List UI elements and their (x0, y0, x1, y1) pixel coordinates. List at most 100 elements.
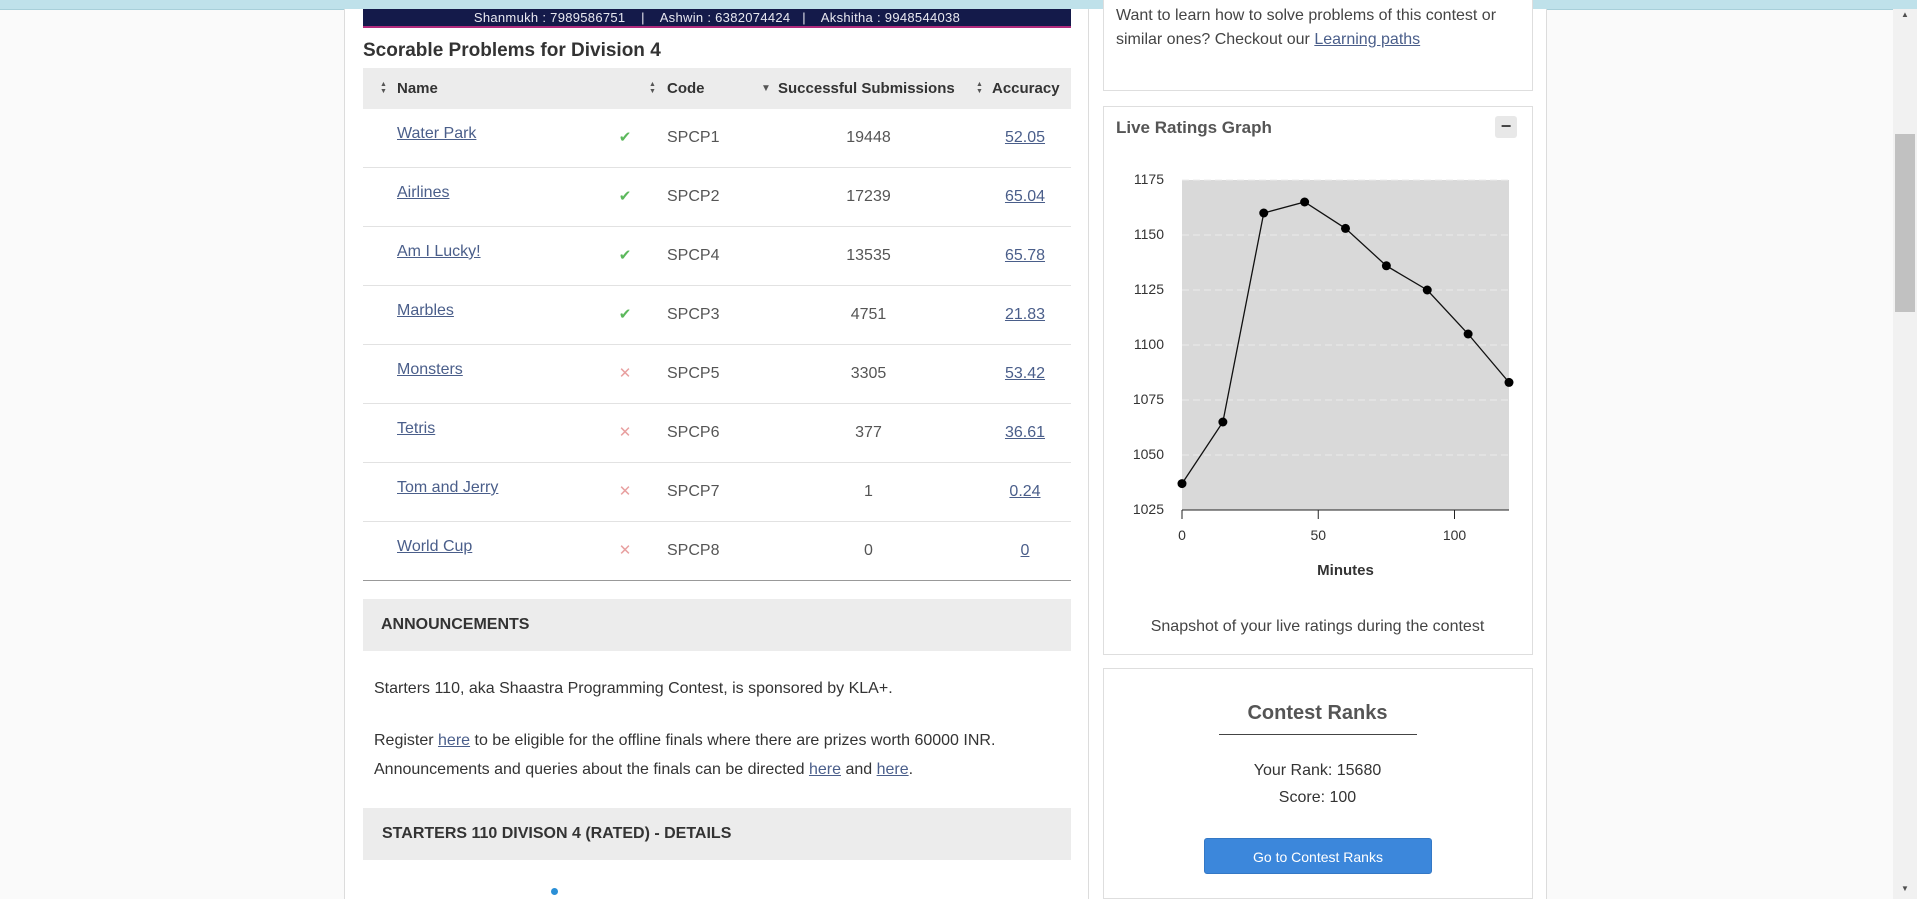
y-tick-label: 1100 (1134, 336, 1164, 352)
table-row: Airlines ✔ SPCP2 17239 65.04 (363, 168, 1071, 227)
scroll-thumb[interactable] (1895, 134, 1915, 312)
ratings-chart: 1025 1050 1075 1100 1125 1150 1175 0 50 100 Minute… (1133, 171, 1514, 579)
cross-icon: ✕ (618, 542, 632, 559)
problem-name-link[interactable]: World Cup (397, 522, 472, 580)
learning-paths-link[interactable]: Learning paths (1314, 31, 1420, 48)
header-accuracy[interactable]: Accuracy (992, 68, 1060, 109)
successful-submissions: 4751 (850, 306, 887, 323)
register-text: Register (374, 732, 439, 749)
rating-point (1259, 208, 1269, 218)
table-body: Water Park ✔ SPCP1 19448 52.05 Airlines ✔ SPCP2… (363, 109, 1071, 581)
problem-code: SPCP3 (667, 306, 720, 323)
accuracy-link[interactable]: 0 (979, 522, 1071, 580)
collapse-button[interactable]: − (1495, 116, 1517, 138)
sort-icon[interactable]: ▲ ▼ (380, 68, 387, 109)
rating-point (1463, 329, 1473, 339)
learning-text: Want to learn how to solve problems of t… (1116, 4, 1516, 52)
problem-name-link[interactable]: Tom and Jerry (397, 463, 498, 521)
announcement-register: Register here to be eligible for the off… (374, 726, 1064, 784)
score: Score: 100 (1278, 789, 1357, 806)
cross-icon: ✕ (618, 365, 632, 382)
table-row: Water Park ✔ SPCP1 19448 52.05 (363, 109, 1071, 168)
y-tick-label: 1125 (1134, 281, 1164, 297)
accuracy-link[interactable]: 21.83 (979, 286, 1071, 344)
sort-desc-icon[interactable]: ▼ (761, 68, 771, 109)
header-submissions[interactable]: Successful Submissions (778, 68, 955, 109)
rating-point (1504, 377, 1514, 387)
queries-text: Announcements and queries about the fina… (374, 761, 809, 778)
problem-code: SPCP5 (667, 365, 720, 382)
accuracy-link[interactable]: 53.42 (979, 345, 1071, 403)
queries-text: . (908, 761, 914, 778)
x-tick-label: 0 (1178, 527, 1186, 543)
table-row: Monsters ✕ SPCP5 3305 53.42 (363, 345, 1071, 404)
problem-code: SPCP8 (667, 542, 720, 559)
table-header: ▲ ▼ Name ▲ ▼ Code ▼ Successful Submissions… (363, 68, 1071, 109)
problem-name-link[interactable]: Tetris (397, 404, 435, 462)
problem-name-link[interactable]: Am I Lucky! (397, 227, 481, 285)
sort-icon[interactable]: ▲ ▼ (649, 68, 656, 109)
table-row: Am I Lucky! ✔ SPCP4 13535 65.78 (363, 227, 1071, 286)
table-row: World Cup ✕ SPCP8 0 0 (363, 522, 1071, 580)
table-row: Tetris ✕ SPCP6 377 36.61 (363, 404, 1071, 463)
x-axis-label: Minutes (1317, 562, 1374, 579)
y-tick-label: 1150 (1134, 226, 1164, 242)
sponsor-logo-fragment (551, 888, 558, 895)
column-divider (1088, 9, 1089, 899)
queries-link-2[interactable]: here (877, 761, 909, 778)
check-icon: ✔ (618, 306, 632, 323)
y-tick-label: 1075 (1133, 391, 1164, 407)
y-tick-label: 1050 (1133, 446, 1164, 462)
problem-code: SPCP7 (667, 483, 720, 500)
accuracy-link[interactable]: 65.04 (979, 168, 1071, 226)
go-to-ranks-button[interactable]: Go to Contest Ranks (1204, 838, 1432, 874)
problem-name-link[interactable]: Water Park (397, 109, 476, 167)
announcement-sponsor: Starters 110, aka Shaastra Programming C… (374, 680, 893, 697)
scroll-up-icon[interactable]: ▲ (1893, 10, 1917, 19)
successful-submissions: 13535 (846, 247, 891, 264)
your-rank: Your Rank: 15680 (1253, 762, 1382, 779)
check-icon: ✔ (618, 247, 632, 264)
sort-icon[interactable]: ▲ ▼ (976, 68, 983, 109)
table-row: Marbles ✔ SPCP3 4751 21.83 (363, 286, 1071, 345)
queries-link-1[interactable]: here (809, 761, 841, 778)
rating-point (1381, 261, 1391, 271)
details-header: STARTERS 110 DIVISON 4 (RATED) - DETAILS (363, 808, 1071, 860)
problem-code: SPCP1 (667, 129, 720, 146)
ranks-divider (1219, 734, 1417, 735)
x-tick-label: 100 (1443, 527, 1467, 543)
successful-submissions: 377 (855, 424, 882, 441)
problems-table: ▲ ▼ Name ▲ ▼ Code ▼ Successful Submissions… (363, 68, 1071, 581)
accuracy-link[interactable]: 36.61 (979, 404, 1071, 462)
rating-point (1177, 479, 1187, 489)
announcements-header: ANNOUNCEMENTS (363, 599, 1071, 651)
header-name[interactable]: Name (397, 68, 438, 109)
problem-name-link[interactable]: Airlines (397, 168, 449, 226)
y-tick-label: 1175 (1134, 171, 1164, 187)
rating-point (1422, 285, 1432, 295)
cross-icon: ✕ (618, 424, 632, 441)
successful-submissions: 17239 (846, 188, 891, 205)
successful-submissions: 1 (864, 483, 873, 500)
rating-point (1218, 417, 1228, 427)
accuracy-link[interactable]: 0.24 (979, 463, 1071, 521)
problem-code: SPCP2 (667, 188, 720, 205)
accuracy-link[interactable]: 65.78 (979, 227, 1071, 285)
problem-name-link[interactable]: Monsters (397, 345, 463, 403)
check-icon: ✔ (618, 129, 632, 146)
learning-prompt: Want to learn how to solve problems of t… (1116, 7, 1497, 48)
rating-point (1300, 197, 1310, 207)
problem-name-link[interactable]: Marbles (397, 286, 454, 344)
accuracy-link[interactable]: 52.05 (979, 109, 1071, 167)
check-icon: ✔ (618, 188, 632, 205)
problems-section-title: Scorable Problems for Division 4 (363, 40, 661, 61)
register-link[interactable]: here (438, 732, 470, 749)
graph-caption: Snapshot of your live ratings during the… (1150, 618, 1485, 635)
header-code[interactable]: Code (667, 68, 705, 109)
successful-submissions: 19448 (846, 129, 891, 146)
problem-code: SPCP6 (667, 424, 720, 441)
graph-title: Live Ratings Graph (1116, 118, 1272, 137)
queries-text: and (841, 761, 877, 778)
scroll-down-icon[interactable]: ▼ (1893, 884, 1917, 893)
successful-submissions: 0 (864, 542, 873, 559)
